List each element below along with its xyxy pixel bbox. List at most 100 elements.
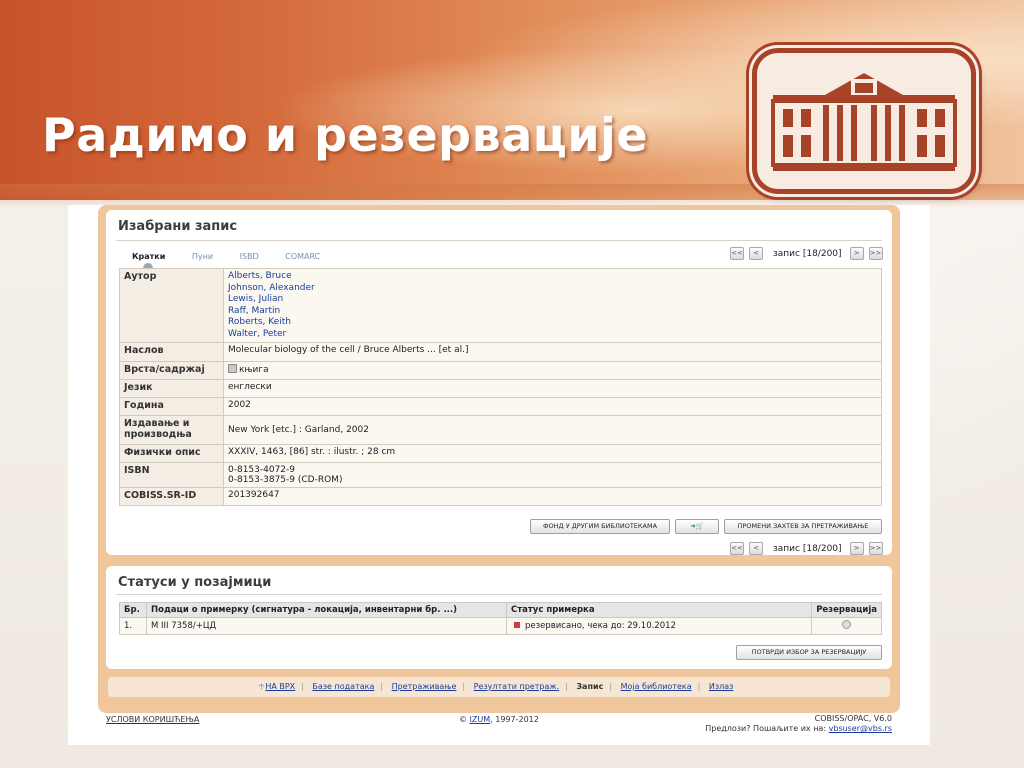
record-heading: Изабрани запис [118, 219, 238, 234]
library-building-icon [771, 73, 957, 171]
tab-isbd[interactable]: ISBD [240, 252, 259, 261]
version-text: COBISS/OPAC, V6.0 [814, 714, 892, 723]
basket-icon: ➜🛒 [690, 522, 704, 530]
last-record-button[interactable]: >> [868, 542, 883, 555]
table-row: Наслов Molecular biology of the cell / B… [119, 342, 882, 362]
next-record-button[interactable]: > [849, 247, 864, 260]
separator: | [565, 682, 568, 691]
author-link[interactable]: Roberts, Keith [228, 317, 877, 329]
field-label: Издавање и производња [119, 415, 224, 445]
table-row: COBISS.SR-ID 201392647 [119, 487, 882, 506]
reserved-status-icon [513, 622, 520, 628]
column-header: Статус примерка [505, 602, 813, 618]
confirm-reservation-button[interactable]: ПОТВРДИ ИЗБОР ЗА РЕЗЕРВАЦИЈУ [736, 645, 882, 660]
field-value: Molecular biology of the cell / Bruce Al… [223, 342, 882, 362]
change-search-button[interactable]: ПРОМЕНИ ЗАХТЕВ ЗА ПРЕТРАЖИВАЊЕ [724, 519, 882, 534]
record-nav-top: << < запис [18/200] > >> [730, 247, 888, 260]
copy-info: M III 7358/+ЦД [145, 617, 507, 635]
last-record-button[interactable]: >> [868, 247, 883, 260]
separator: | [697, 682, 701, 691]
isbn-value: 0-8153-4072-9 [228, 465, 296, 475]
record-table: Аутор Alberts, Bruce Johnson, Alexander … [119, 268, 882, 506]
isbn-value: 0-8153-3875-9 (CD-ROM) [228, 475, 343, 485]
email-link[interactable]: vbsuser@vbs.rs [829, 724, 892, 733]
suggestions-text: Предлози? Пошаљите их на: [705, 724, 827, 733]
field-value: 0-8153-4072-9 0-8153-3875-9 (CD-ROM) [223, 462, 882, 488]
first-record-button[interactable]: << [730, 247, 744, 260]
tab-short[interactable]: Кратки [132, 252, 165, 261]
row-number: 1. [119, 617, 147, 635]
author-link[interactable]: Raff, Martin [228, 306, 877, 318]
holdings-button[interactable]: ФОНД У ДРУГИМ БИБЛИОТЕКАМА [530, 519, 670, 534]
divider [116, 240, 882, 241]
library-logo [752, 48, 976, 194]
table-row: ISBN 0-8153-4072-9 0-8153-3875-9 (CD-ROM… [119, 462, 882, 488]
field-label: Наслов [119, 342, 224, 362]
table-header: Бр. Подаци о примерку (сигнатура - локац… [119, 602, 882, 618]
record-counter: запис [18/200] [773, 543, 842, 554]
field-label: Година [119, 397, 224, 416]
copy-status: резервисано, чека до: 29.10.2012 [505, 617, 813, 635]
field-value: XXXIV, 1463, [86] str. : ilustr. ; 28 cm [223, 444, 882, 463]
nav-link-results[interactable]: Резултати претраж. [474, 682, 559, 691]
divider [116, 594, 882, 595]
tab-comarc[interactable]: COMARC [285, 252, 320, 261]
status-text: резервисано, чека до: 29.10.2012 [524, 621, 676, 631]
reservation-cell [811, 617, 882, 635]
prev-record-button[interactable]: < [749, 542, 763, 555]
table-row: Година 2002 [119, 397, 882, 416]
table-row: Аутор Alberts, Bruce Johnson, Alexander … [119, 268, 882, 343]
table-row: Издавање и производња New York [etc.] : … [119, 415, 882, 445]
type-value: књига [239, 365, 269, 375]
field-value: 2002 [223, 397, 882, 416]
separator: | [609, 682, 613, 691]
version-info: COBISS/OPAC, V6.0 Предлози? Пошаљите их … [705, 714, 892, 734]
copyright: © IZUM, 1997-2012 [459, 715, 539, 724]
loan-status-card: Статуси у позајмици Бр. Подаци о примерк… [106, 566, 892, 669]
field-value: New York [etc.] : Garland, 2002 [223, 415, 882, 445]
add-to-basket-button[interactable]: ➜🛒 [675, 519, 719, 534]
record-nav-bottom: << < запис [18/200] > >> [730, 542, 888, 555]
field-value: књига [223, 361, 882, 380]
slide-title: Радимо и резервације [42, 108, 649, 162]
separator: | [301, 682, 304, 691]
record-tabs: Кратки Пуни ISBD COMARC [132, 252, 344, 261]
author-link[interactable]: Lewis, Julian [228, 294, 877, 306]
nav-link-search[interactable]: Претраживање [392, 682, 457, 691]
author-link[interactable]: Alberts, Bruce [228, 271, 877, 283]
copyright-symbol: © [459, 715, 467, 724]
opac-frame: Изабрани запис Кратки Пуни ISBD COMARC <… [98, 205, 900, 713]
field-label: ISBN [119, 462, 224, 488]
terms-of-use-link[interactable]: УСЛОВИ КОРИШЋЕЊА [106, 715, 199, 724]
tab-full[interactable]: Пуни [192, 252, 213, 261]
nav-link-my-library[interactable]: Моја библиотека [621, 682, 692, 691]
table-row: Физички опис XXXIV, 1463, [86] str. : il… [119, 444, 882, 463]
arrow-up-icon: 🡡 [258, 682, 265, 691]
author-link[interactable]: Walter, Peter [228, 329, 877, 341]
loan-table: Бр. Подаци о примерку (сигнатура - локац… [119, 602, 882, 635]
author-list: Alberts, Bruce Johnson, Alexander Lewis,… [223, 268, 882, 343]
field-label: COBISS.SR-ID [119, 487, 224, 506]
back-to-top-link[interactable]: НА ВРХ [265, 682, 295, 691]
reservation-radio[interactable] [842, 620, 852, 629]
column-header: Резервација [811, 602, 882, 618]
nav-link-databases[interactable]: Базе података [312, 682, 374, 691]
copyright-years: , 1997-2012 [490, 715, 539, 724]
column-header: Бр. [119, 602, 147, 618]
table-row: Језик енглески [119, 379, 882, 398]
suggestions: Предлози? Пошаљите их на: vbsuser@vbs.rs [705, 724, 892, 734]
record-counter: запис [18/200] [773, 248, 842, 259]
izum-link[interactable]: IZUM [470, 715, 491, 724]
field-label: Физички опис [119, 444, 224, 463]
field-label: Аутор [119, 268, 224, 343]
column-header: Подаци о примерку (сигнатура - локација,… [145, 602, 507, 618]
author-link[interactable]: Johnson, Alexander [228, 283, 877, 295]
prev-record-button[interactable]: < [749, 247, 763, 260]
nav-current-record: Запис [576, 682, 604, 691]
field-value: 201392647 [223, 487, 882, 506]
first-record-button[interactable]: << [730, 542, 744, 555]
nav-link-logout[interactable]: Излаз [709, 682, 734, 691]
next-record-button[interactable]: > [849, 542, 864, 555]
loan-heading: Статуси у позајмици [118, 575, 272, 590]
field-value: енглески [223, 379, 882, 398]
